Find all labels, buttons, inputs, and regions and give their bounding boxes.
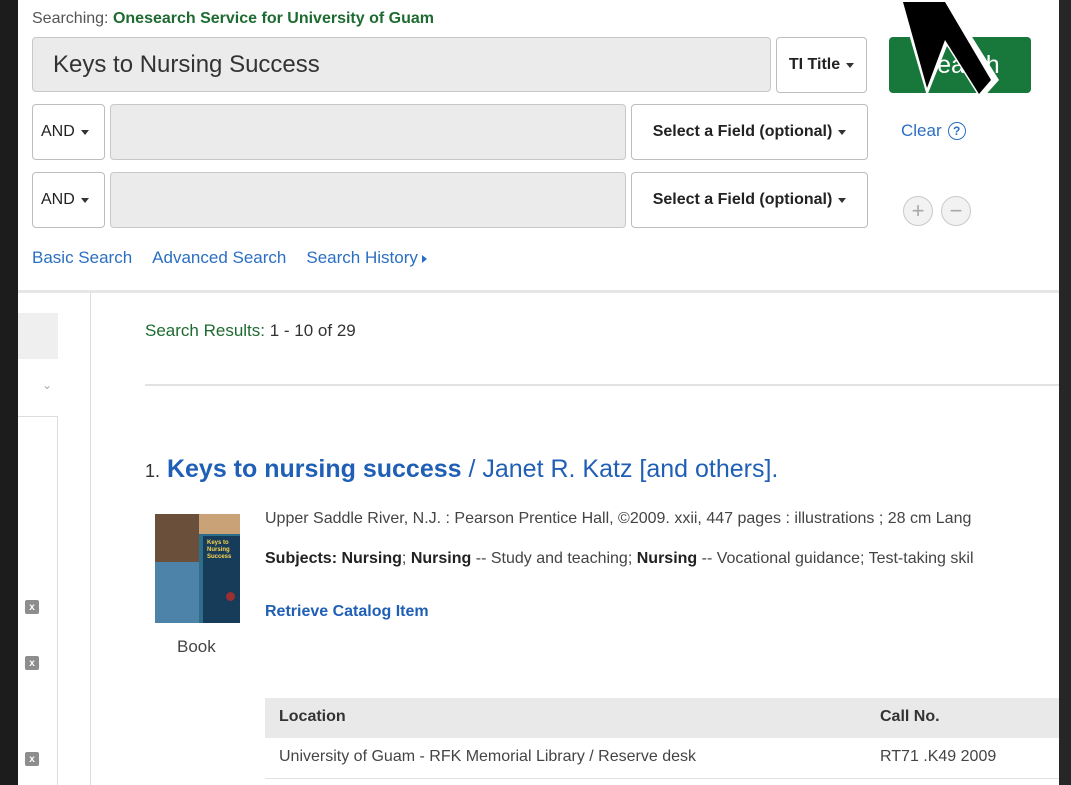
call-number-cell: RT71 .K49 2009	[880, 748, 997, 765]
operator-label: AND	[41, 123, 75, 140]
caret-right-icon	[421, 254, 427, 263]
subjects-line: Subjects: Nursing; Nursing -- Study and …	[265, 550, 974, 568]
divider	[145, 384, 1059, 386]
table-row: University of Guam - RFK Memorial Librar…	[265, 738, 1059, 779]
field-select-label: Select a Field (optional)	[652, 123, 833, 140]
remove-facet-icon[interactable]: x	[25, 656, 39, 670]
search-service-name[interactable]: Onesearch Service for University of Guam	[113, 10, 434, 27]
mouse-cursor-icon	[899, 0, 999, 100]
search-mode-links: Basic Search Advanced Search Search Hist…	[32, 248, 427, 268]
clear-control: Clear ?	[901, 121, 966, 141]
format-label: Book	[177, 637, 216, 656]
searching-prefix: Searching:	[32, 10, 109, 27]
field-select-1[interactable]: Select a Field (optional)	[631, 104, 868, 160]
remove-row-icon[interactable]: −	[941, 196, 971, 226]
advanced-search-link[interactable]: Advanced Search	[152, 248, 286, 268]
subject-term[interactable]: Nursing	[637, 550, 697, 567]
subject-rest: -- Vocational guidance; Test-taking skil	[701, 550, 974, 567]
basic-search-link[interactable]: Basic Search	[32, 248, 132, 268]
help-icon[interactable]: ?	[947, 122, 966, 140]
result-number: 1.	[145, 461, 161, 481]
searching-line: Searching: Onesearch Service for Univers…	[32, 10, 434, 28]
add-row-icon[interactable]: +	[903, 196, 933, 226]
retrieve-catalog-item-link[interactable]: Retrieve Catalog Item	[265, 603, 429, 621]
caret-down-icon	[80, 197, 89, 203]
field-select-label: Select a Field (optional)	[652, 191, 833, 208]
search-query-input[interactable]: Keys to Nursing Success	[32, 37, 771, 92]
title-field-label: TI Title	[788, 56, 841, 73]
caret-down-icon	[80, 129, 89, 135]
title-field-select[interactable]: TI Title	[776, 37, 867, 93]
caret-down-icon	[838, 197, 847, 203]
subject-term[interactable]: Nursing	[341, 550, 401, 567]
subject-rest: ;	[401, 550, 407, 567]
subjects-label: Subjects:	[265, 550, 338, 567]
remove-facet-icon[interactable]: x	[25, 600, 39, 614]
book-cover-image[interactable]: Keys to Nursing Success	[155, 514, 240, 623]
caret-down-icon	[838, 129, 847, 135]
results-range: 1 - 10 of 29	[269, 321, 356, 340]
clear-link[interactable]: Clear	[901, 121, 942, 141]
location-header: Location	[279, 708, 346, 725]
field-select-2[interactable]: Select a Field (optional)	[631, 172, 868, 228]
chevron-down-icon[interactable]: ⌄	[42, 378, 52, 392]
search-history-link[interactable]: Search History	[306, 248, 427, 268]
result-title-link[interactable]: Keys to nursing success	[167, 455, 462, 483]
catalog-page: Searching: Onesearch Service for Univers…	[18, 0, 1059, 785]
search-history-label: Search History	[306, 248, 418, 267]
result-title-line: 1. Keys to nursing success / Janet R. Ka…	[145, 455, 778, 484]
divider	[18, 290, 1059, 293]
call-number-header: Call No.	[880, 708, 940, 725]
column-divider	[90, 293, 91, 785]
facet-panel-header	[18, 313, 58, 359]
operator-label: AND	[41, 191, 75, 208]
caret-down-icon	[846, 62, 855, 68]
result-author-link[interactable]: / Janet R. Katz [and others].	[468, 455, 778, 483]
subject-term[interactable]: Nursing	[411, 550, 471, 567]
results-count: Search Results: 1 - 10 of 29	[145, 321, 356, 341]
location-cell: University of Guam - RFK Memorial Librar…	[279, 748, 696, 765]
search-term-input-1[interactable]	[110, 104, 626, 160]
search-term-input-2[interactable]	[110, 172, 626, 228]
remove-facet-icon[interactable]: x	[25, 752, 39, 766]
results-label: Search Results:	[145, 321, 265, 340]
boolean-operator-select-2[interactable]: AND	[32, 172, 105, 228]
cover-title: Keys to Nursing Success	[207, 540, 232, 560]
boolean-operator-select-1[interactable]: AND	[32, 104, 105, 160]
publication-info: Upper Saddle River, N.J. : Pearson Prent…	[265, 510, 972, 527]
holdings-table-header: Location Call No.	[265, 698, 1059, 738]
background-frame	[1059, 0, 1071, 785]
subject-rest: -- Study and teaching;	[475, 550, 633, 567]
